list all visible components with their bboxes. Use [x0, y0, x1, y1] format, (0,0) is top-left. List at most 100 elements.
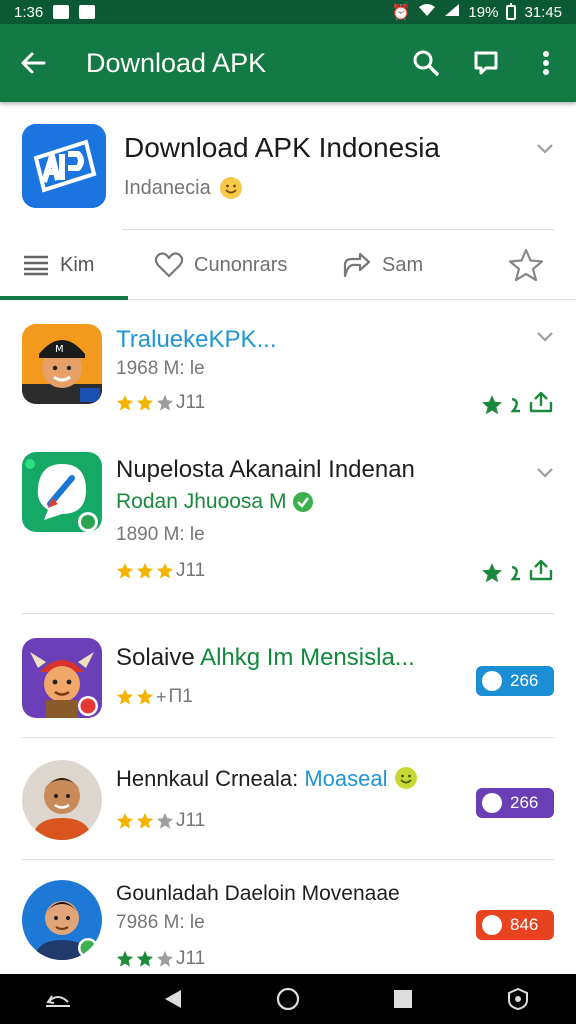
verified-badge-icon	[293, 492, 314, 512]
badge-value: 846	[510, 915, 539, 934]
rotate-icon	[45, 995, 70, 1007]
price-badge[interactable]: 846	[476, 910, 554, 940]
download-icon	[529, 559, 553, 581]
expand-header-button[interactable]	[536, 142, 554, 160]
tab-favorites[interactable]: Cunonrars	[154, 230, 287, 300]
list-item[interactable]: Solaive Alhkg Im Mensisla... + Π1 266	[0, 614, 576, 738]
app-rating: J11	[116, 392, 205, 414]
star-icon	[116, 394, 134, 411]
store-header: Download APK Indonesia Indanecia	[0, 102, 576, 230]
store-subtitle: Indanecia	[124, 176, 211, 199]
app-developer: Rodan Jhuoosa M	[116, 490, 287, 513]
app-name[interactable]: TraluekeKPK...	[116, 326, 277, 353]
star-icon	[136, 562, 154, 579]
badge-value: 266	[510, 671, 539, 690]
nav-gesture-button[interactable]	[33, 974, 83, 1024]
install-button[interactable]	[528, 390, 554, 419]
list-icon	[24, 255, 48, 276]
share-icon	[343, 252, 371, 278]
system-nav-bar	[0, 974, 576, 1024]
app-rating: J11	[116, 810, 205, 832]
badge-icon	[482, 915, 502, 935]
star-icon	[136, 688, 154, 705]
star-icon	[116, 562, 134, 579]
tab-kim[interactable]: Kim	[22, 230, 94, 300]
shield-icon	[508, 987, 529, 1011]
app-name[interactable]: Nupelosta Akanainl Indenan	[116, 456, 415, 484]
list-item[interactable]: M TraluekeKPK... 1968 M: le J11	[0, 300, 576, 430]
more-vert-icon	[543, 51, 549, 75]
arrow-icon	[510, 565, 520, 580]
tab-share-label: Sam	[382, 253, 424, 276]
battery-icon	[506, 2, 517, 20]
store-logo	[22, 124, 106, 208]
more-options-button[interactable]	[516, 24, 576, 102]
chevron-down-icon	[537, 468, 553, 478]
price-badge[interactable]: 266	[476, 788, 554, 818]
download-icon	[529, 391, 553, 413]
wifi-icon	[418, 3, 436, 21]
triangle-back-icon	[164, 990, 181, 1008]
nav-back-button[interactable]	[148, 974, 198, 1024]
feedback-button[interactable]	[456, 24, 516, 102]
badge-icon	[482, 793, 502, 813]
app-name[interactable]: Hennkaul Crneala:	[116, 766, 304, 791]
nav-extra-button[interactable]	[493, 974, 543, 1024]
comment-icon	[474, 51, 498, 75]
nav-home-button[interactable]	[263, 974, 313, 1024]
star-icon	[156, 394, 174, 411]
emoji-icon	[394, 767, 417, 789]
app-icon-viking	[22, 638, 102, 718]
battery-percent: 19%	[468, 3, 499, 21]
smiley-emoji-icon	[219, 177, 242, 199]
nav-recents-button[interactable]	[378, 974, 428, 1024]
install-button[interactable]	[528, 558, 554, 587]
app-name[interactable]: Solaive	[116, 644, 200, 671]
rating-text: J11	[176, 560, 206, 581]
notification-icon	[53, 5, 70, 19]
list-item[interactable]: Nupelosta Akanainl Indenan Rodan Jhuoosa…	[0, 430, 576, 614]
status-time-left: 1:36	[14, 3, 44, 21]
circle-home-icon	[276, 987, 300, 1011]
heart-icon	[154, 252, 184, 278]
tab-share[interactable]: Sam	[342, 230, 423, 300]
app-icon-avatar	[22, 880, 102, 960]
star-icon	[136, 394, 154, 411]
star-icon	[156, 950, 174, 967]
star-icon	[136, 950, 154, 967]
search-icon	[413, 50, 439, 76]
app-icon-cartoon-man: M	[22, 324, 102, 404]
svg-text:M: M	[55, 344, 64, 355]
app-name-highlight[interactable]: Alhkg Im Mensisla...	[200, 644, 415, 671]
app-name[interactable]: Gounladah Daeloin Movenaae	[116, 882, 400, 906]
signal-icon	[444, 3, 460, 21]
star-icon	[136, 812, 154, 829]
list-item[interactable]: Hennkaul Crneala: Moaseal J11 266	[0, 738, 576, 860]
app-icon-chat	[22, 452, 102, 532]
star-icon	[116, 950, 134, 967]
rating-text: J11	[176, 948, 206, 969]
expand-item-button[interactable]	[536, 330, 554, 348]
star-outline-icon	[508, 248, 544, 282]
status-time-right: 31:45	[524, 3, 562, 21]
tab-star[interactable]	[508, 230, 544, 300]
rating-text: J11	[176, 392, 206, 413]
star-icon	[116, 812, 134, 829]
alarm-icon: ⏰	[391, 4, 411, 21]
star-icon	[156, 562, 174, 579]
rating-text: Π1	[168, 686, 193, 707]
app-name-highlight[interactable]: Moaseal	[304, 766, 387, 791]
badge-value: 266	[510, 793, 539, 812]
search-button[interactable]	[396, 24, 456, 102]
star-icon	[156, 812, 174, 829]
list-item[interactable]: Gounladah Daeloin Movenaae 7986 M: le J1…	[0, 860, 576, 974]
arrow-icon	[510, 397, 520, 412]
app-rating: J11	[116, 948, 205, 970]
green-star-icon	[482, 562, 502, 582]
back-button[interactable]	[0, 24, 66, 102]
expand-item-button[interactable]	[536, 466, 554, 484]
app-icon-avatar	[22, 760, 102, 840]
price-badge[interactable]: 266	[476, 666, 554, 696]
rating-text: J11	[176, 810, 206, 831]
app-meta: 1890 M: le	[116, 524, 205, 545]
